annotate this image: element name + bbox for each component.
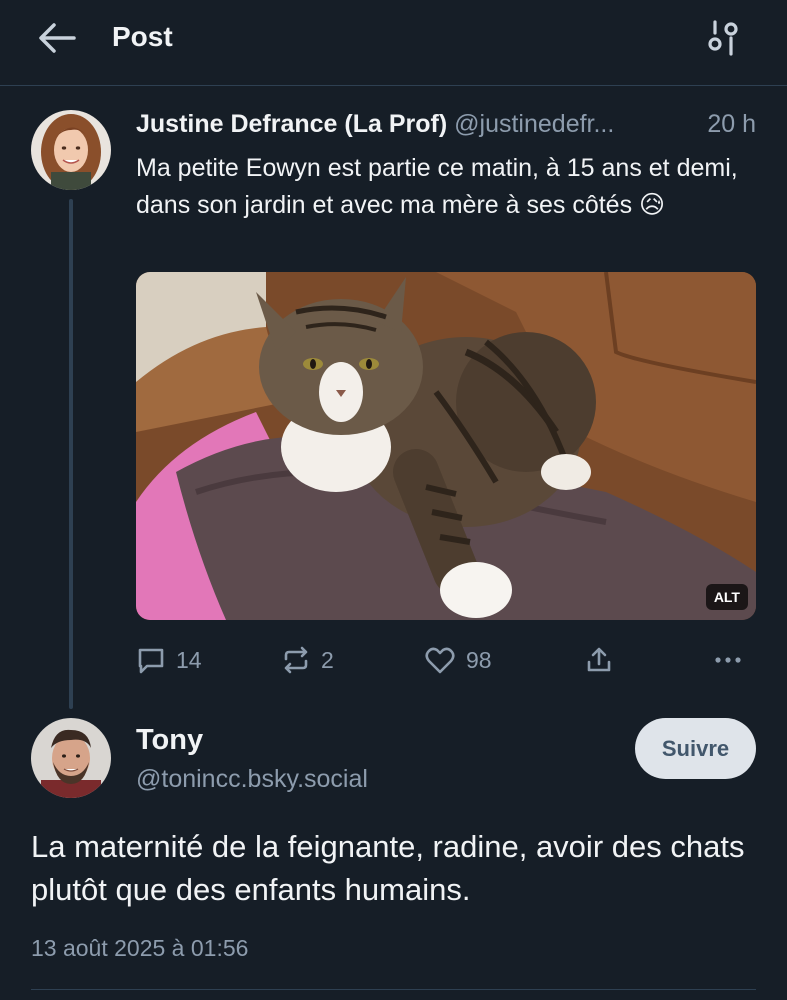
alt-text-badge[interactable]: ALT [705, 584, 748, 610]
speech-bubble-icon [138, 648, 164, 674]
ellipsis-icon [715, 657, 741, 663]
post-text: Ma petite Eowyn est partie ce matin, à 1… [136, 154, 738, 219]
repost-count: 2 [321, 646, 334, 673]
avatar[interactable] [31, 110, 111, 190]
top-bar: Post [0, 0, 787, 86]
share-upload-icon [587, 647, 611, 672]
more-options-button[interactable] [712, 640, 744, 680]
share-button[interactable] [584, 640, 614, 680]
follow-button[interactable]: Suivre [635, 718, 756, 779]
reply-author-handle[interactable]: @tonincc.bsky.social [136, 765, 368, 794]
repost-arrows-icon [284, 646, 308, 674]
reply-date: 13 août 2025 à 01:56 [31, 935, 249, 961]
thread-settings-button[interactable] [703, 18, 743, 58]
post-image[interactable]: ALT [136, 272, 756, 620]
post-actions: 14 2 98 [136, 640, 756, 680]
back-button[interactable] [36, 20, 80, 56]
like-button[interactable]: 98 [424, 640, 492, 680]
author-name[interactable]: Justine Defrance (La Prof) [136, 110, 447, 138]
divider [31, 989, 756, 990]
author-handle[interactable]: @justinedefr... [454, 110, 614, 138]
avatar[interactable] [31, 718, 111, 798]
post-meta: Justine Defrance (La Prof) @justinedefr.… [136, 110, 756, 142]
reply-author-name[interactable]: Tony [136, 724, 203, 757]
reply-count: 14 [176, 646, 202, 673]
reply-button[interactable]: 14 [136, 640, 202, 680]
post-timestamp[interactable]: 20 h [707, 110, 756, 139]
sliders-icon [708, 20, 738, 56]
page-title: Post [112, 21, 173, 52]
heart-icon [425, 647, 455, 674]
thread-connector-line [69, 199, 73, 709]
like-count: 98 [466, 646, 492, 673]
arrow-left-icon [39, 23, 76, 53]
reply-text: La maternité de la feignante, radine, av… [31, 829, 745, 907]
repost-button[interactable]: 2 [281, 640, 334, 680]
